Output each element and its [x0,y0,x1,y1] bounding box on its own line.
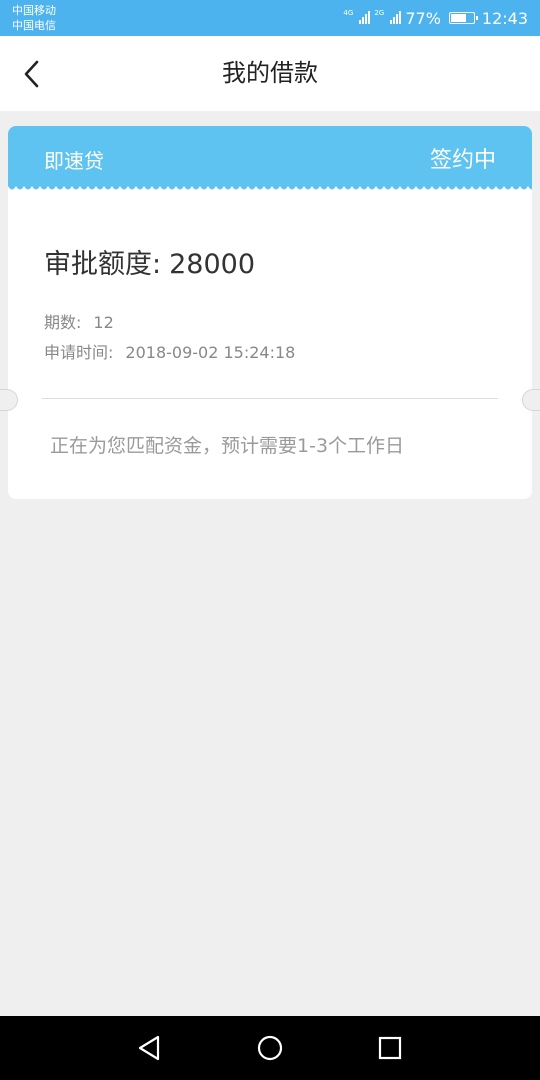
apply-time-label: 申请时间: [44,343,114,362]
apply-time-row: 申请时间: 2018-09-02 15:24:18 [44,339,295,363]
system-nav-bar [0,1016,540,1080]
carrier-info: 中国移动 中国电信 [12,3,56,33]
battery-percent: 77% [405,8,441,28]
ticket-notch-right [522,389,540,411]
loan-card[interactable]: 即速贷 签约中 审批额度: 28000 期数: 12 申请时间: 2018-09-02… [8,126,532,499]
nav-recents-icon[interactable] [376,1034,404,1062]
carrier-2: 中国电信 [12,19,56,32]
signal-1: 4G [343,8,371,28]
loan-card-header: 即速贷 签约中 [8,126,532,186]
periods-row: 期数: 12 [44,309,114,333]
page-title: 我的借款 [222,59,318,87]
status-icons: 4G 2G 77% 12:43 [343,0,528,36]
progress-note: 正在为您匹配资金，预计需要1-3个工作日 [50,435,405,457]
network-type-1: 4G [343,8,354,17]
divider [42,398,498,399]
app-header: 我的借款 [0,36,540,111]
signal-bars-icon [359,10,371,24]
chevron-left-icon [24,60,39,88]
clock: 12:43 [481,8,528,28]
approved-amount-row: 审批额度: 28000 [44,242,255,281]
approved-label: 审批额度: [44,249,162,280]
carrier-1: 中国移动 [12,4,56,17]
scalloped-edge [8,186,532,190]
periods-label: 期数: [44,313,82,332]
back-button[interactable] [14,56,50,92]
approved-amount: 28000 [169,249,256,280]
battery-icon [448,12,478,24]
apply-time-value: 2018-09-02 15:24:18 [125,343,296,362]
signal-2: 2G [374,8,402,28]
nav-back-icon[interactable] [136,1034,164,1062]
battery-fill [450,14,466,22]
status-bar: 中国移动 中国电信 4G 2G 77% 12:43 [0,0,540,36]
network-type-2: 2G [374,8,385,17]
nav-home-icon[interactable] [256,1034,284,1062]
signal-bars-icon [390,10,402,24]
periods-value: 12 [93,313,114,332]
